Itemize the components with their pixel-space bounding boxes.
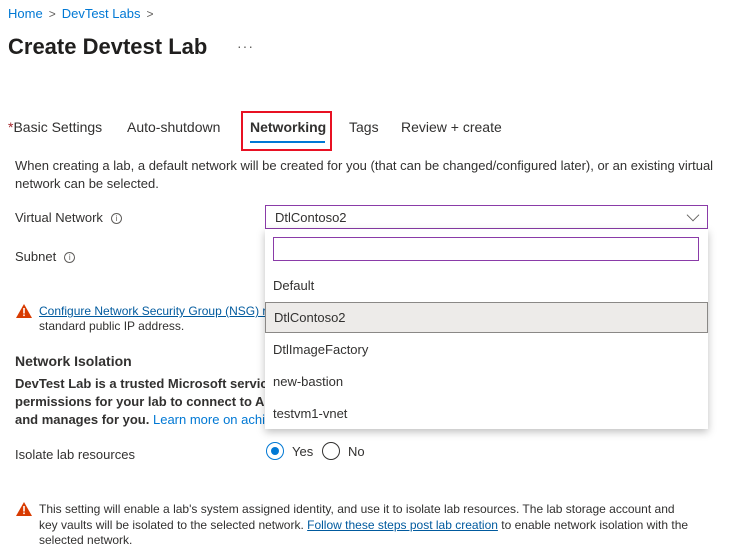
breadcrumb-devtest-labs[interactable]: DevTest Labs bbox=[62, 6, 141, 21]
chevron-right-icon: > bbox=[48, 6, 56, 21]
label-text: Subnet bbox=[15, 249, 57, 264]
warning-icon bbox=[16, 304, 32, 318]
tab-basic-settings[interactable]: *Basic Settings bbox=[8, 119, 102, 135]
virtual-network-dropdown[interactable]: DtlContoso2 bbox=[265, 205, 708, 229]
breadcrumb-home[interactable]: Home bbox=[8, 6, 43, 21]
radio-no-label[interactable]: No bbox=[348, 444, 365, 459]
dropdown-option-selected[interactable]: DtlContoso2 bbox=[265, 302, 708, 333]
radio-yes-label[interactable]: Yes bbox=[292, 444, 313, 459]
radio-no[interactable] bbox=[322, 442, 340, 460]
isolation-text-line: DevTest Lab is a trusted Microsoft servi… bbox=[15, 376, 289, 391]
more-options-button[interactable]: ··· bbox=[237, 38, 254, 54]
isolate-lab-resources-label: Isolate lab resources bbox=[15, 447, 135, 462]
tab-tags[interactable]: Tags bbox=[349, 119, 379, 135]
learn-more-link[interactable]: Learn more on achie bbox=[153, 412, 272, 427]
radio-yes[interactable] bbox=[266, 442, 284, 460]
dropdown-option[interactable]: testvm1-vnet bbox=[265, 398, 708, 429]
tab-auto-shutdown[interactable]: Auto-shutdown bbox=[127, 119, 220, 135]
chevron-down-icon bbox=[686, 208, 700, 222]
dropdown-option[interactable]: Default bbox=[265, 270, 708, 301]
network-isolation-heading: Network Isolation bbox=[15, 353, 132, 369]
label-text: Virtual Network bbox=[15, 210, 103, 225]
text: and manages for you. bbox=[15, 412, 153, 427]
info-icon[interactable]: i bbox=[110, 213, 122, 225]
virtual-network-dropdown-panel: Default DtlContoso2 DtlImageFactory new-… bbox=[265, 229, 708, 429]
tab-review-create[interactable]: Review + create bbox=[401, 119, 502, 135]
virtual-network-label: Virtual Network i bbox=[15, 210, 122, 225]
chevron-right-icon: > bbox=[146, 6, 154, 21]
breadcrumb: Home > DevTest Labs > bbox=[8, 6, 153, 21]
dropdown-option[interactable]: new-bastion bbox=[265, 366, 708, 397]
configure-nsg-link[interactable]: Configure Network Security Group (NSG) r bbox=[39, 304, 266, 318]
warning-icon bbox=[16, 502, 32, 516]
dropdown-search-input[interactable] bbox=[273, 237, 699, 261]
selected-value: DtlContoso2 bbox=[275, 209, 347, 225]
isolation-text-line: permissions for your lab to connect to A… bbox=[15, 394, 279, 409]
subnet-label: Subnet i bbox=[15, 249, 76, 264]
follow-steps-link[interactable]: Follow these steps post lab creation bbox=[307, 518, 498, 532]
dropdown-option[interactable]: DtlImageFactory bbox=[265, 334, 708, 365]
isolation-text-line: and manages for you. Learn more on achie bbox=[15, 412, 272, 427]
highlight-box bbox=[241, 111, 332, 151]
networking-description: When creating a lab, a default network w… bbox=[15, 158, 714, 191]
nsg-warning: Configure Network Security Group (NSG) r… bbox=[39, 304, 266, 334]
page-title: Create Devtest Lab bbox=[8, 34, 208, 59]
warning-text: standard public IP address. bbox=[39, 319, 185, 333]
tab-label: Basic Settings bbox=[13, 119, 103, 135]
isolation-warning: This setting will enable a lab's system … bbox=[39, 502, 689, 549]
info-icon[interactable]: i bbox=[64, 252, 76, 264]
